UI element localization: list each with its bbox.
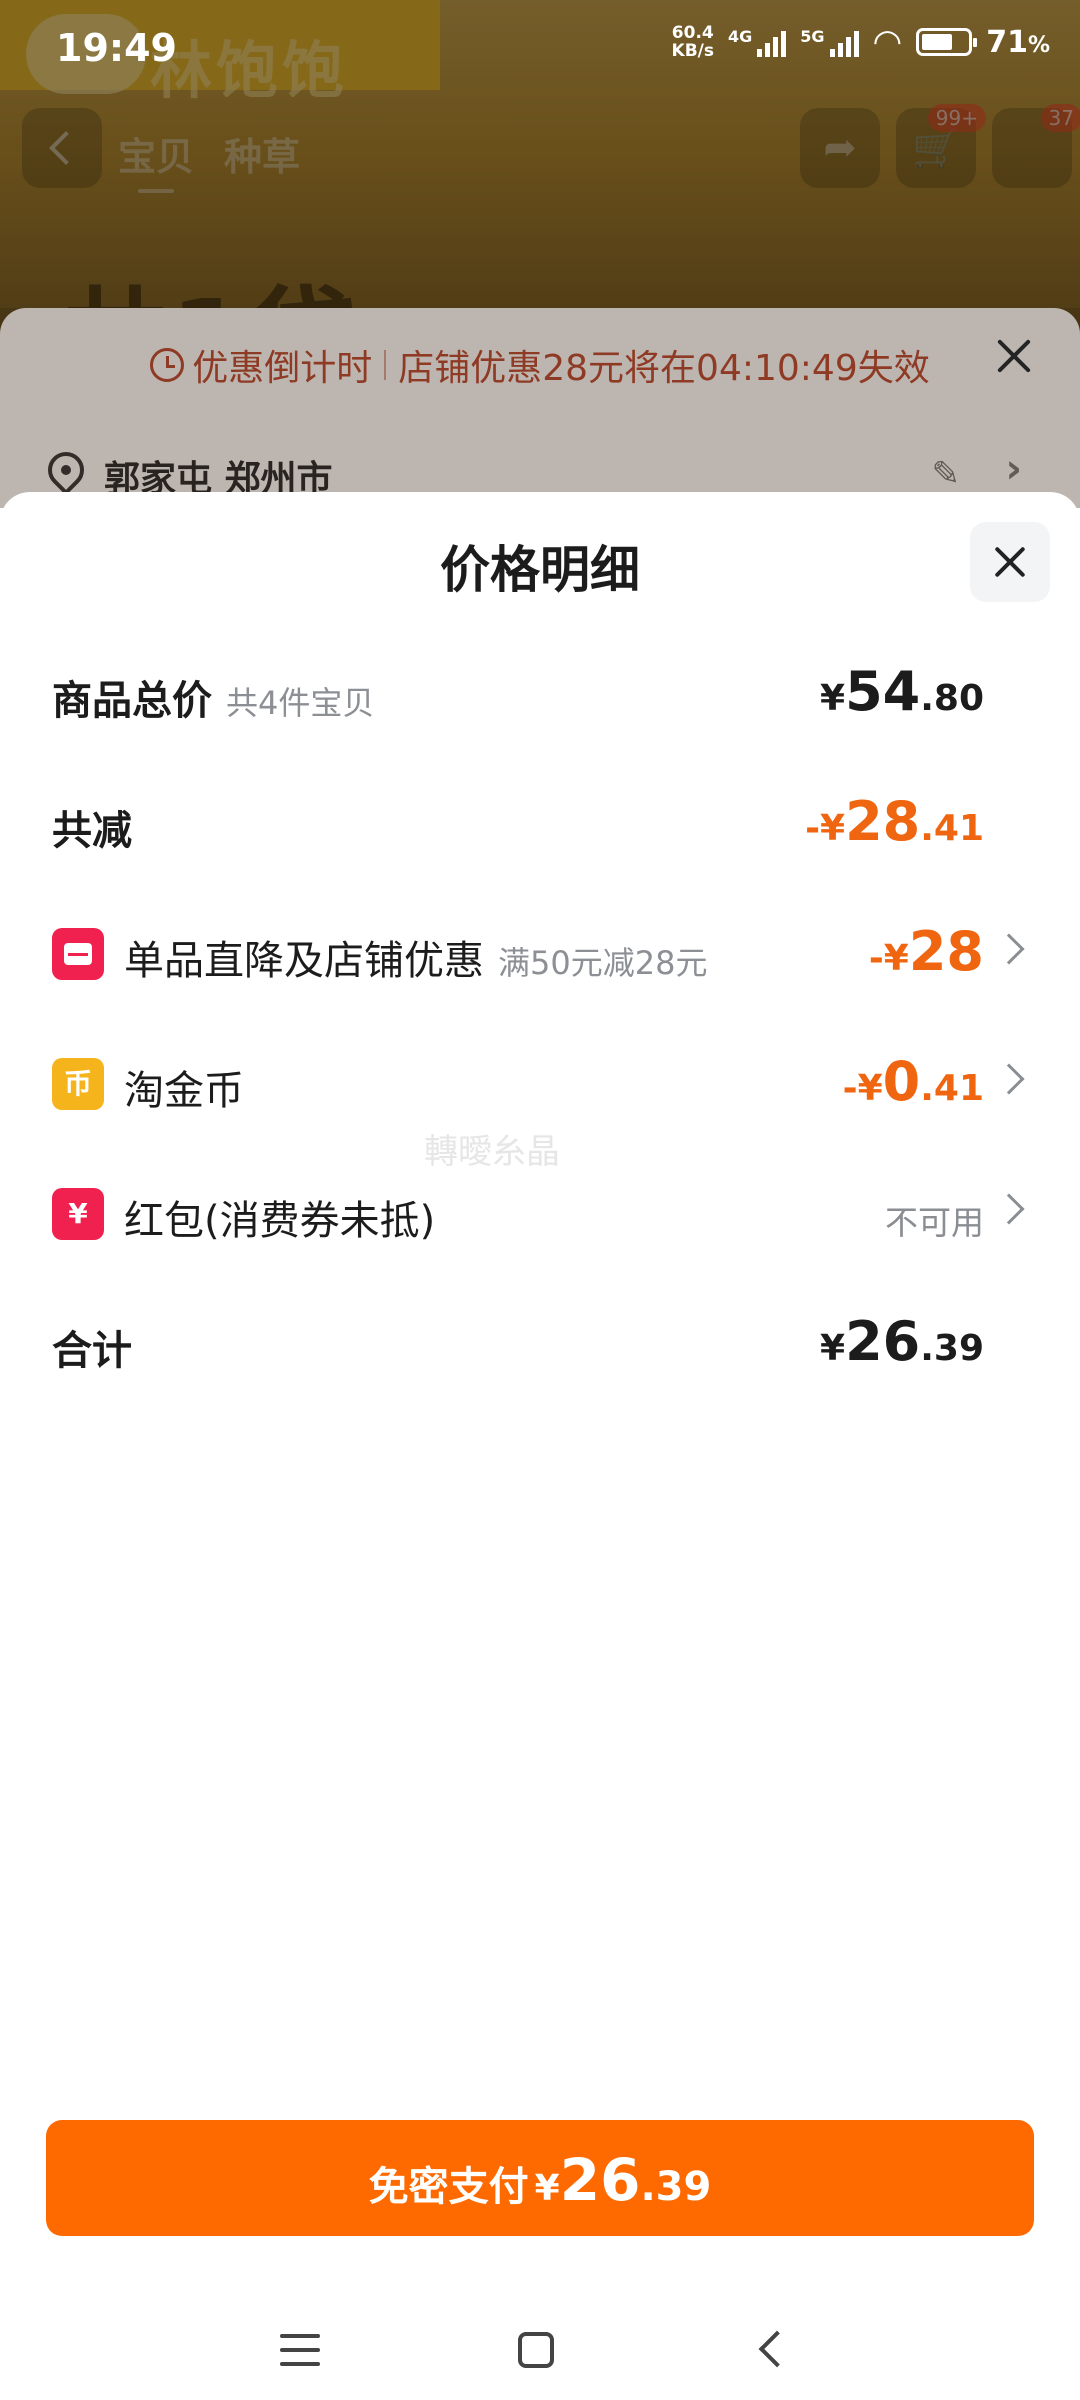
red-packet-status: 不可用 xyxy=(885,1203,984,1242)
row-total: 商品总价 共4件宝贝 ¥54.80 xyxy=(0,654,1080,734)
total-value: ¥54.80 xyxy=(820,660,984,723)
shop-discount-label: 单品直降及店铺优惠 满50元减28元 xyxy=(124,938,708,984)
promo-sheet: 优惠倒计时 店铺优惠28元将在04:10:49失效 郭家屯 郑州市 ✎ › xyxy=(0,308,1080,508)
coins-label: 淘金币 xyxy=(124,1068,244,1114)
chevron-right-icon xyxy=(993,1193,1025,1225)
battery-icon xyxy=(916,28,978,56)
reduce-label: 共减 xyxy=(52,808,132,854)
promo-dim-overlay xyxy=(0,308,1080,508)
close-button[interactable] xyxy=(970,522,1050,602)
wifi-icon: ◠ xyxy=(872,22,903,62)
shop-discount-value: -¥ 28 xyxy=(868,920,984,983)
price-detail-sheet: 价格明细 商品总价 共4件宝贝 ¥54.80 共减 -¥ 28.41 单品直降及店铺… xyxy=(0,492,1080,2400)
battery-percent: 71% xyxy=(986,24,1050,60)
total-label: 商品总价 共4件宝贝 xyxy=(52,678,375,724)
recent-apps-icon[interactable] xyxy=(280,2334,320,2366)
status-icons: 60.4 KB/s 4G 5G ◠ 71% xyxy=(672,22,1050,62)
shop-icon xyxy=(52,928,104,980)
row-sum: 合计 ¥26.39 xyxy=(0,1304,1080,1384)
chevron-right-icon xyxy=(993,1063,1025,1095)
reduce-value: -¥ 28.41 xyxy=(805,790,984,853)
status-time: 19:49 xyxy=(56,26,177,70)
chevron-right-icon xyxy=(993,933,1025,965)
network-speed: 60.4 KB/s xyxy=(671,23,714,61)
coins-value: -¥ 0.41 xyxy=(842,1050,984,1113)
row-reduce: 共减 -¥ 28.41 xyxy=(0,784,1080,864)
row-red-packet[interactable]: ¥ 红包(消费券未抵) 不可用 xyxy=(0,1174,1080,1254)
status-bar: 19:49 60.4 KB/s 4G 5G ◠ 71% xyxy=(0,0,1080,90)
pay-button[interactable]: 免密支付 ¥ 26 .39 xyxy=(46,2120,1034,2236)
signal-5g-icon: 5G xyxy=(800,27,859,57)
shop-discount-rule: 满50元减28元 xyxy=(498,944,708,982)
watermark: 轉曖糸晶 xyxy=(424,1132,560,1172)
coin-icon: 币 xyxy=(52,1058,104,1110)
system-nav-bar xyxy=(0,2300,1080,2400)
sum-value: ¥26.39 xyxy=(820,1310,984,1373)
back-nav-icon[interactable] xyxy=(758,2330,796,2368)
home-icon[interactable] xyxy=(518,2332,554,2368)
sheet-title: 价格明细 xyxy=(440,541,640,599)
signal-4g-icon: 4G xyxy=(728,27,787,57)
row-shop-discount[interactable]: 单品直降及店铺优惠 满50元减28元 -¥ 28 xyxy=(0,914,1080,994)
total-count: 共4件宝贝 xyxy=(226,684,375,722)
row-coins[interactable]: 币 淘金币 -¥ 0.41 xyxy=(0,1044,1080,1124)
sum-label: 合计 xyxy=(52,1328,132,1374)
red-packet-label: 红包(消费券未抵) xyxy=(124,1198,436,1244)
pay-button-label: 免密支付 xyxy=(368,2164,529,2210)
red-packet-icon: ¥ xyxy=(52,1188,104,1240)
